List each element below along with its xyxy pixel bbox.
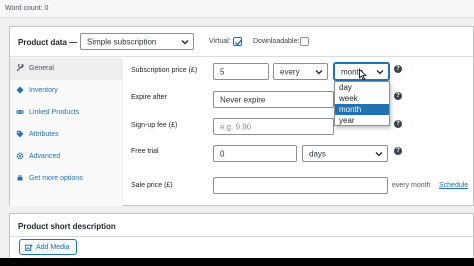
tab-general[interactable]: General [10, 58, 123, 80]
free-trial-period-value: days [309, 149, 326, 158]
tab-linked-products[interactable]: Linked Products [10, 102, 123, 124]
period-option-week[interactable]: week [335, 93, 389, 104]
sale-price-suffix: every month [392, 182, 431, 189]
period-option-year[interactable]: year [335, 115, 389, 126]
plugin-icon [17, 175, 23, 181]
mouse-cursor-icon [359, 69, 367, 80]
tab-label: Attributes [29, 131, 59, 138]
virtual-label: Virtual: [209, 38, 231, 45]
media-icon [25, 244, 33, 251]
help-icon[interactable]: ? [394, 65, 402, 73]
wrench-icon [16, 64, 24, 72]
signup-fee-input[interactable]: e.g. 9.90 [213, 118, 334, 135]
bottom-black-bar [0, 258, 474, 266]
product-type-value: Simple subscription [87, 37, 157, 46]
checkmark-icon [235, 39, 243, 46]
product-type-select[interactable]: Simple subscription [80, 33, 194, 50]
free-trial-label: Free trial [131, 148, 159, 155]
virtual-checkbox[interactable] [233, 37, 243, 46]
diamond-icon [16, 86, 24, 94]
word-count-bar: Word count: 0 [0, 0, 474, 18]
word-count: Word count: 0 [5, 5, 49, 12]
tab-inventory[interactable]: Inventory [10, 80, 123, 102]
link-icon [16, 110, 24, 114]
tab-label: Linked Products [29, 109, 80, 116]
subscription-price-label: Subscription price (£) [131, 67, 198, 74]
short-description-title: Product short description [18, 222, 116, 231]
tab-label: Get more options [29, 175, 83, 182]
subscription-price-input[interactable]: 5 [213, 63, 269, 80]
period-option-day[interactable]: day [335, 82, 389, 93]
schedule-link[interactable]: Schedule [439, 182, 468, 189]
billing-interval-value: every [280, 67, 300, 76]
free-trial-input[interactable]: 0 [213, 145, 297, 162]
help-icon[interactable]: ? [394, 92, 402, 100]
free-trial-period-select[interactable]: days [302, 145, 388, 162]
chevron-down-icon [181, 39, 189, 44]
tab-label: General [29, 65, 54, 72]
chevron-down-icon [375, 151, 383, 156]
tab-label: Advanced [29, 153, 61, 160]
help-icon[interactable]: ? [394, 147, 402, 155]
subscription-price-value: 5 [220, 67, 225, 76]
tab-attributes[interactable]: Attributes [10, 124, 123, 146]
downloadable-label: Downloadable: [253, 38, 300, 45]
product-data-header: Product data — Simple subscription Virtu… [10, 27, 473, 57]
downloadable-checkbox[interactable] [300, 37, 309, 46]
sale-price-label: Sale price (£) [131, 182, 173, 189]
short-description-divider [10, 236, 473, 237]
sale-price-input[interactable] [213, 177, 388, 194]
billing-period-dropdown: day week month year [334, 81, 390, 126]
expire-after-select[interactable]: Never expire [213, 91, 334, 108]
expire-after-label: Expire after [131, 94, 167, 101]
help-icon[interactable]: ? [394, 120, 402, 128]
product-data-title: Product data — [18, 38, 78, 47]
signup-fee-placeholder: e.g. 9.90 [220, 122, 252, 131]
period-option-month[interactable]: month [335, 104, 389, 115]
gear-icon [16, 152, 24, 160]
product-data-tabs: General Inventory Linked Products Attrib… [10, 58, 123, 206]
add-media-label: Add Media [36, 244, 70, 251]
chevron-down-icon [315, 69, 323, 74]
tab-get-more-options[interactable]: Get more options [10, 168, 123, 190]
add-media-button[interactable]: Add Media [19, 239, 77, 255]
tag-icon [16, 130, 24, 138]
expire-after-value: Never expire [220, 95, 266, 104]
tab-label: Inventory [29, 87, 58, 94]
tab-advanced[interactable]: Advanced [10, 146, 123, 168]
signup-fee-label: Sign-up fee (£) [131, 122, 178, 129]
billing-interval-select[interactable]: every [273, 63, 328, 80]
chevron-down-icon [376, 69, 384, 74]
free-trial-value: 0 [220, 149, 225, 158]
